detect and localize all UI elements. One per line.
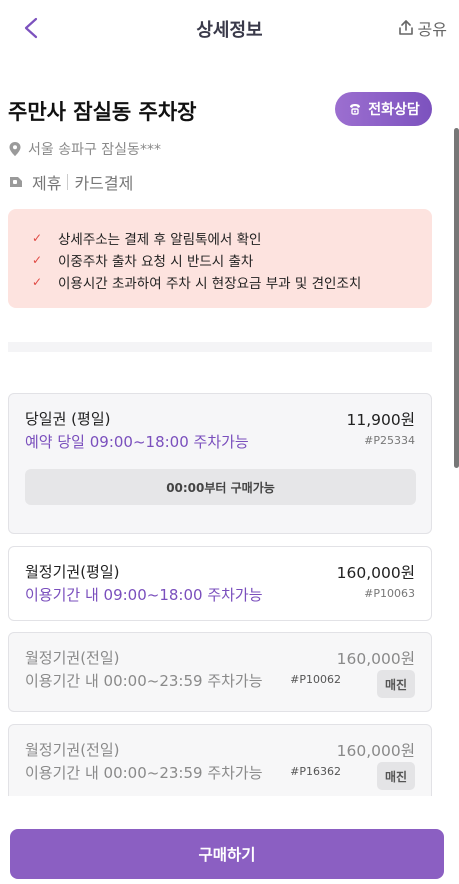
ticket-availability: 이용기간 내 00:00~23:59 주차가능: [25, 672, 263, 690]
ticket-price: 160,000원: [336, 650, 415, 668]
tag-icon: [10, 177, 22, 187]
notice-item: ✓ 상세주소는 결제 후 알림톡에서 확인: [32, 227, 432, 249]
tag-partnership: 제휴: [32, 174, 62, 193]
notice-text: 이중주차 출차 요청 시 반드시 출차: [58, 254, 254, 270]
tag-divider: [67, 174, 69, 190]
check-icon: ✓: [32, 253, 43, 267]
ticket-availability: 예약 당일 09:00~18:00 주차가능: [25, 433, 249, 451]
share-icon: [398, 20, 413, 35]
sold-out-badge: 매진: [377, 762, 415, 790]
check-icon: ✓: [32, 275, 43, 289]
parking-lot-name: 주만사 잠실동 주차장: [8, 100, 197, 124]
call-consult-button[interactable]: 전화상담: [335, 92, 432, 126]
ticket-code: #P10063: [364, 587, 415, 600]
ticket-card[interactable]: 월정기권(평일) 160,000원 이용기간 내 09:00~18:00 주차가…: [8, 546, 432, 621]
purchase-time-button[interactable]: 00:00부터 구매가능: [25, 469, 416, 505]
ticket-name: 월정기권(전일): [25, 649, 120, 667]
detail-content[interactable]: 주만사 잠실동 주차장 전화상담 서울 송파구 잠실동*** 제휴 카드결제 ✓…: [0, 56, 459, 796]
scrollbar[interactable]: [454, 128, 459, 468]
ticket-price: 11,900원: [346, 411, 416, 429]
tag-card-payment: 카드결제: [74, 174, 134, 193]
notice-text: 상세주소는 결제 후 알림톡에서 확인: [58, 232, 262, 248]
share-label: 공유: [417, 20, 447, 39]
tags-row: 제휴 카드결제: [8, 170, 133, 194]
address-row: 서울 송파구 잠실동***: [8, 139, 161, 159]
notice-text: 이용시간 초과하여 주차 시 현장요금 부과 및 견인조치: [58, 276, 362, 292]
ticket-card[interactable]: 당일권 (평일) 11,900원 예약 당일 09:00~18:00 주차가능 …: [8, 393, 432, 534]
ticket-name: 당일권 (평일): [25, 410, 111, 428]
ticket-price: 160,000원: [336, 564, 415, 582]
ticket-card-soldout: 월정기권(전일) 160,000원 이용기간 내 00:00~23:59 주차가…: [8, 632, 432, 712]
notice-item: ✓ 이용시간 초과하여 주차 시 현장요금 부과 및 견인조치: [32, 271, 432, 293]
address-text: 서울 송파구 잠실동***: [28, 142, 161, 158]
notice-item: ✓ 이중주차 출차 요청 시 반드시 출차: [32, 249, 432, 271]
ticket-card-soldout: 월정기권(전일) 160,000원 이용기간 내 00:00~23:59 주차가…: [8, 724, 432, 796]
location-pin-icon: [9, 142, 21, 156]
bottom-action-bar: 구매하기: [0, 796, 459, 884]
notice-box: ✓ 상세주소는 결제 후 알림톡에서 확인 ✓ 이중주차 출차 요청 시 반드시…: [8, 209, 432, 308]
phone-icon: [350, 104, 361, 115]
share-button[interactable]: 공유: [396, 16, 447, 40]
ticket-name: 월정기권(전일): [25, 741, 120, 759]
page-title: 상세정보: [196, 20, 263, 41]
section-divider: [8, 342, 432, 352]
ticket-price: 160,000원: [336, 742, 415, 760]
call-consult-label: 전화상담: [368, 102, 420, 118]
purchase-button[interactable]: 구매하기: [10, 829, 444, 879]
top-app-bar: 상세정보 공유: [0, 0, 459, 56]
ticket-name: 월정기권(평일): [25, 563, 120, 581]
ticket-availability: 이용기간 내 09:00~18:00 주차가능: [25, 586, 263, 604]
ticket-code: #P10062: [290, 673, 341, 686]
ticket-availability: 이용기간 내 00:00~23:59 주차가능: [25, 764, 263, 782]
ticket-code: #P16362: [290, 765, 341, 778]
sold-out-badge: 매진: [377, 670, 415, 698]
check-icon: ✓: [32, 231, 43, 245]
ticket-code: #P25334: [364, 434, 415, 447]
